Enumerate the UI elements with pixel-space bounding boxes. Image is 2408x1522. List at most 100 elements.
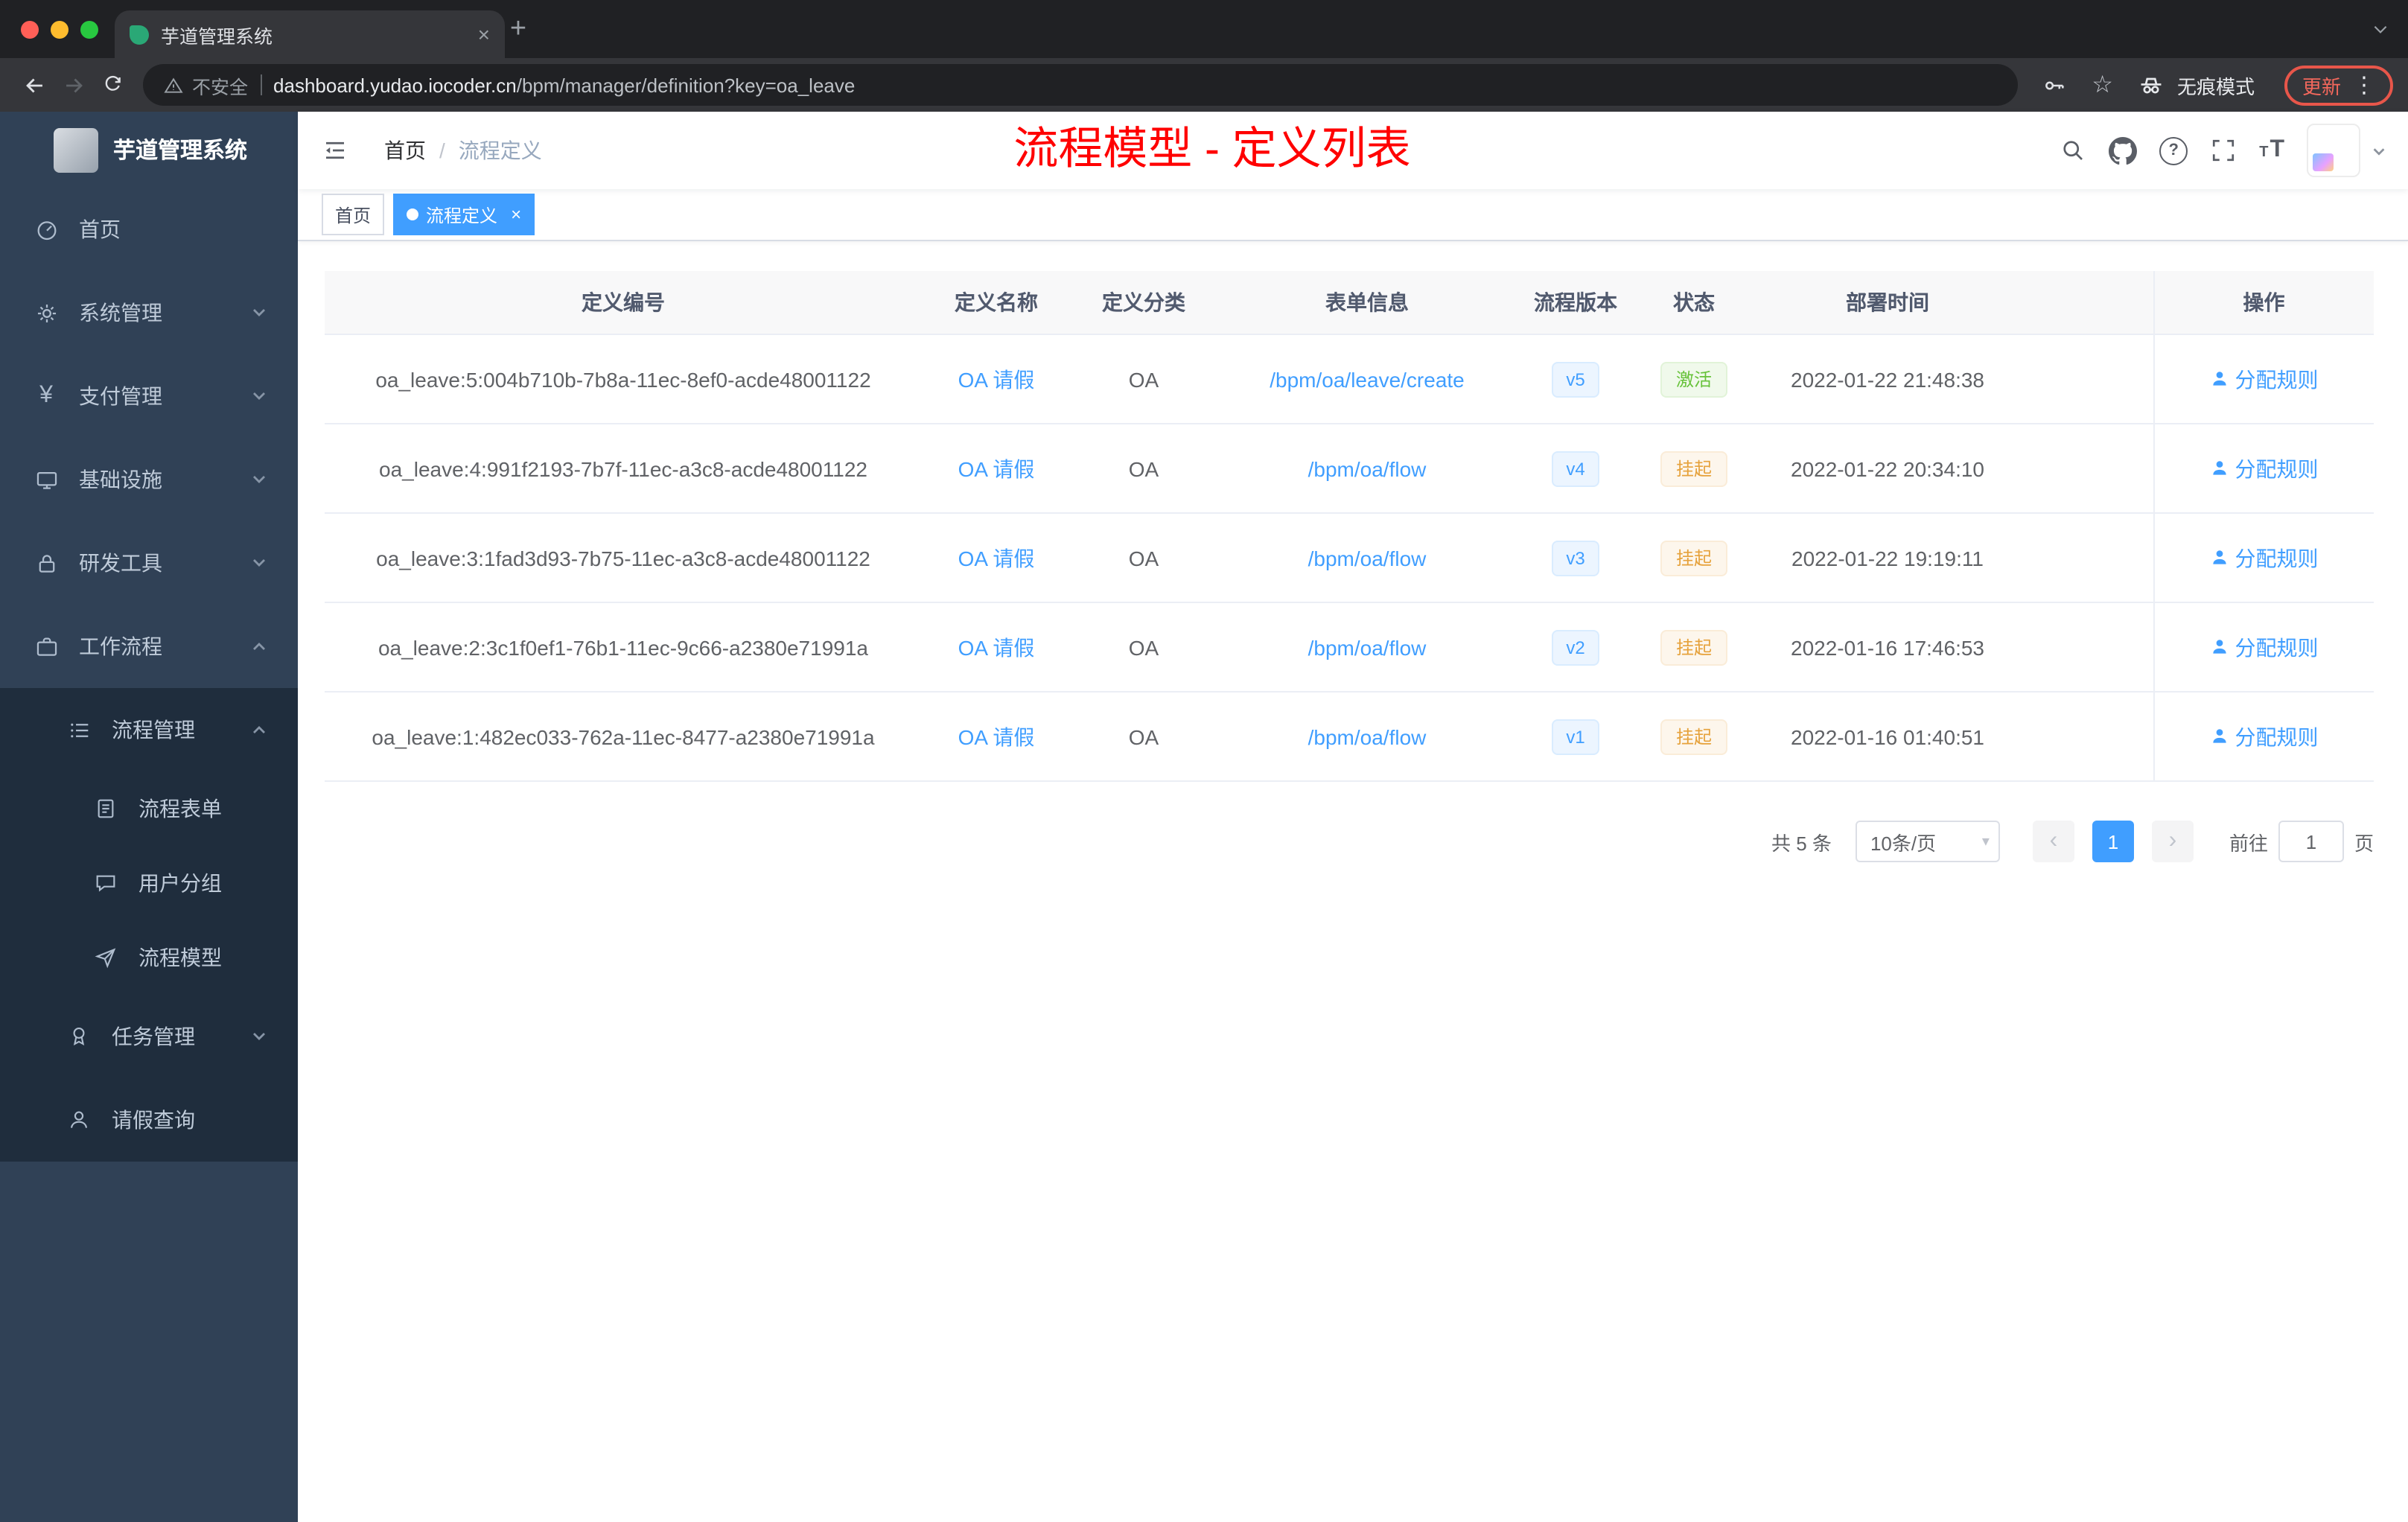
definition-name-link[interactable]: OA 请假 [958,456,1035,480]
chevron-down-icon [250,304,268,322]
sidebar-item-process-model[interactable]: 流程模型 [0,920,298,995]
prev-page-button[interactable]: ‹ [2032,821,2074,862]
deploy-time: 2022-01-22 19:19:11 [1791,546,1984,570]
sidebar-item-payment[interactable]: ¥ 支付管理 [0,354,298,438]
goto-label: 前往 [2229,832,2268,854]
definition-name-link[interactable]: OA 请假 [958,546,1035,570]
current-page-button[interactable]: 1 [2092,821,2134,862]
assign-rule-link[interactable]: 分配规则 [2210,632,2319,662]
browser-toolbar: 不安全 dashboard.yudao.iocoder.cn/bpm/manag… [0,58,2408,112]
tab-close-icon[interactable]: × [478,22,490,46]
sidebar-item-label: 用户分组 [138,871,222,895]
user-icon [2212,461,2226,475]
caret-down-icon: ▾ [1981,833,1990,850]
sidebar-item-workflow[interactable]: 工作流程 [0,605,298,688]
back-button[interactable] [15,66,54,104]
user-icon [2212,729,2226,743]
toolbar-right-icons: ☆ 无痕模式 更新 ⋮ [2029,65,2393,105]
browser-tab[interactable]: 芋道管理系统 × [115,10,505,58]
sidebar-item-home[interactable]: 首页 [0,188,298,271]
list-icon [66,716,92,743]
window-close-button[interactable] [21,21,39,39]
font-size-icon[interactable]: TT [2259,138,2284,162]
sidebar-collapse-icon[interactable] [322,137,348,164]
form-link[interactable]: /bpm/oa/flow [1308,725,1427,748]
browser-update-button[interactable]: 更新 ⋮ [2284,65,2393,105]
breadcrumb-current: 流程定义 [458,138,542,162]
dashboard-icon [33,216,60,243]
tab-title: 芋道管理系统 [161,26,273,47]
sidebar-item-label: 工作流程 [79,634,162,658]
breadcrumb-separator: / [439,138,445,162]
sidebar-item-process-management[interactable]: 流程管理 [0,688,298,771]
forward-button[interactable] [54,66,92,104]
page-size-select[interactable]: 10条/页 ▾ [1855,821,2000,862]
navbar-icons: ? TT [2060,124,2408,177]
col-form-info: 表单信息 [1217,271,1517,335]
chevron-down-icon [250,1028,268,1045]
assign-rule-link[interactable]: 分配规则 [2210,453,2319,483]
key-icon[interactable] [2035,66,2074,104]
breadcrumb-home[interactable]: 首页 [384,136,426,165]
next-page-button[interactable]: › [2151,821,2194,862]
tag-home[interactable]: 首页 [322,194,385,235]
github-icon[interactable] [2109,136,2138,165]
definition-category: OA [1128,725,1159,748]
sidebar-item-user-group[interactable]: 用户分组 [0,846,298,920]
deploy-time: 2022-01-16 01:40:51 [1791,725,1984,748]
sidebar-item-process-form[interactable]: 流程表单 [0,771,298,846]
sidebar-item-devtools[interactable]: 研发工具 [0,521,298,605]
incognito-icon [2141,77,2162,93]
lock-icon [33,550,60,576]
assign-rule-link[interactable]: 分配规则 [2210,364,2319,394]
reload-button[interactable] [92,66,131,104]
tab-search-icon[interactable] [2371,19,2390,39]
form-link[interactable]: /bpm/oa/leave/create [1270,367,1465,391]
security-chip[interactable]: 不安全 [164,71,248,99]
address-bar[interactable]: 不安全 dashboard.yudao.iocoder.cn/bpm/manag… [143,64,2018,106]
tag-label: 首页 [335,205,372,226]
tag-process-definition[interactable]: 流程定义 × [393,194,535,235]
chat-icon [92,870,119,897]
logo-avatar [54,127,98,172]
search-icon[interactable] [2060,137,2086,164]
document-icon [92,795,119,822]
sidebar-item-task-management[interactable]: 任务管理 [0,995,298,1078]
window-minimize-button[interactable] [51,21,69,39]
sidebar-item-label: 研发工具 [79,551,162,575]
window-zoom-button[interactable] [80,21,98,39]
pagination-goto: 前往 页 [2229,821,2374,862]
update-label: 更新 [2302,75,2341,98]
sidebar-item-leave-query[interactable]: 请假查询 [0,1078,298,1162]
bookmark-star-icon[interactable]: ☆ [2092,70,2113,100]
sidebar-item-infrastructure[interactable]: 基础设施 [0,438,298,521]
pagination: 共 5 条 10条/页 ▾ ‹ 1 › 前往 页 [298,821,2374,862]
definition-name-link[interactable]: OA 请假 [958,725,1035,748]
table-row: oa_leave:5:004b710b-7b8a-11ec-8ef0-acde4… [325,334,2374,424]
assign-rule-link[interactable]: 分配规则 [2210,543,2319,573]
site-favicon-icon [130,25,149,44]
version-tag: v5 [1551,361,1600,397]
sidebar-item-label: 流程表单 [138,797,222,821]
form-link[interactable]: /bpm/oa/flow [1308,635,1427,659]
col-process-version: 流程版本 [1517,271,1634,335]
table-row: oa_leave:2:3c1f0ef1-76b1-11ec-9c66-a2380… [325,602,2374,692]
browser-menu-icon[interactable]: ⋮ [2353,71,2375,98]
definition-id: oa_leave:1:482ec033-762a-11ec-8477-a2380… [372,725,875,748]
sidebar-item-system[interactable]: 系统管理 [0,271,298,354]
sidebar-logo[interactable]: 芋道管理系统 [0,112,298,188]
form-link[interactable]: /bpm/oa/flow [1308,546,1427,570]
tag-label: 流程定义 [426,205,498,226]
paper-plane-icon [92,944,119,971]
help-icon[interactable]: ? [2159,136,2188,165]
assign-rule-link[interactable]: 分配规则 [2210,722,2319,751]
status-tag: 挂起 [1660,719,1727,754]
definition-name-link[interactable]: OA 请假 [958,367,1035,391]
fullscreen-icon[interactable] [2210,137,2237,164]
user-menu[interactable] [2307,124,2387,177]
tag-close-icon[interactable]: × [511,204,521,225]
form-link[interactable]: /bpm/oa/flow [1308,456,1427,480]
definition-name-link[interactable]: OA 请假 [958,635,1035,659]
new-tab-button[interactable]: + [497,9,539,51]
goto-page-input[interactable] [2278,821,2344,862]
